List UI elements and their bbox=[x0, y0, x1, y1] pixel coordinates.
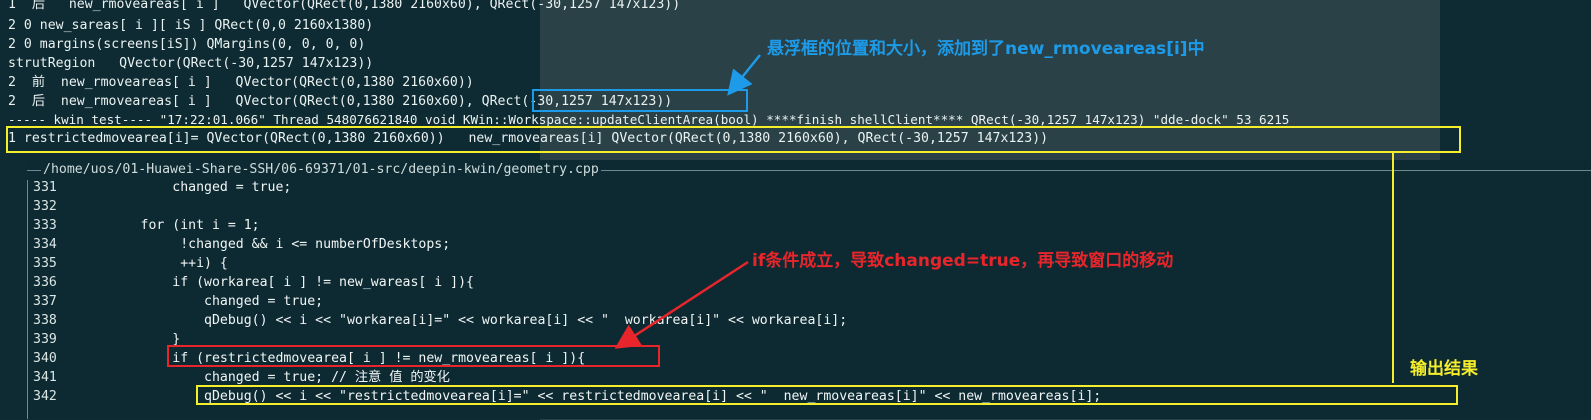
red-highlight-box bbox=[167, 345, 660, 367]
terminal-line-1: 1 后 new_rmoveareas[ i ] QVector(QRect(0,… bbox=[8, 0, 681, 12]
red-annotation: if条件成立，导致changed=true，再导致窗口的移动 bbox=[752, 251, 1174, 271]
editor-title-bar: /home/uos/01-Huawei-Share-SSH/06-69371/0… bbox=[27, 160, 1591, 180]
yellow-highlight-box-terminal bbox=[6, 126, 1461, 153]
line-number: 342 bbox=[33, 389, 57, 404]
line-number: 336 bbox=[33, 275, 57, 290]
yellow-annotation: 输出结果 bbox=[1410, 359, 1478, 379]
terminal-line-5: 2 前 new_rmoveareas[ i ] QVector(QRect(0,… bbox=[8, 75, 474, 90]
terminal-line-4: strutRegion QVector(QRect(-30,1257 147x1… bbox=[8, 56, 374, 71]
code-line: } bbox=[77, 332, 181, 347]
line-number: 339 bbox=[33, 332, 57, 347]
code-line: changed = true; bbox=[77, 180, 292, 195]
terminal-line-3: 2 0 margins(screens[iS]) QMargins(0, 0, … bbox=[8, 37, 366, 52]
line-number: 340 bbox=[33, 351, 57, 366]
code-line: ++i) { bbox=[77, 256, 228, 271]
code-line: qDebug() << i << "workarea[i]=" << worka… bbox=[77, 313, 848, 328]
terminal-line-2: 2 0 new_sareas[ i ][ iS ] QRect(0,0 2160… bbox=[8, 18, 374, 33]
line-number: 333 bbox=[33, 218, 57, 233]
line-number: 332 bbox=[33, 199, 57, 214]
line-number: 338 bbox=[33, 313, 57, 328]
editor-left-border bbox=[27, 180, 28, 419]
yellow-highlight-box-code bbox=[196, 385, 1458, 405]
line-number: 341 bbox=[33, 370, 57, 385]
code-line: changed = true; bbox=[77, 294, 324, 309]
blue-highlight-box bbox=[532, 89, 748, 112]
code-line: !changed && i <= numberOfDesktops; bbox=[77, 237, 451, 252]
file-path: /home/uos/01-Huawei-Share-SSH/06-69371/0… bbox=[41, 160, 601, 180]
blue-annotation: 悬浮框的位置和大小，添加到了new_rmoveareas[i]中 bbox=[767, 39, 1205, 59]
code-line: for (int i = 1; bbox=[77, 218, 260, 233]
line-number: 337 bbox=[33, 294, 57, 309]
line-number: 334 bbox=[33, 237, 57, 252]
line-number: 331 bbox=[33, 180, 57, 195]
code-line: if (workarea[ i ] != new_wareas[ i ]){ bbox=[77, 275, 474, 290]
code-editor-pane[interactable]: /home/uos/01-Huawei-Share-SSH/06-69371/0… bbox=[27, 160, 1591, 419]
line-number: 335 bbox=[33, 256, 57, 271]
